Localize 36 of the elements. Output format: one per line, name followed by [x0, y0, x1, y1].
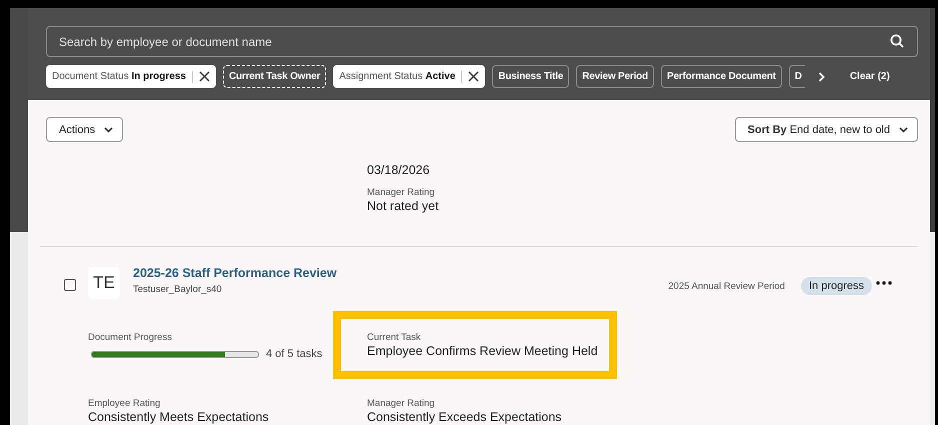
chevron-down-icon	[899, 126, 908, 132]
field-value: 03/18/2026	[367, 163, 431, 178]
search-field[interactable]: Search by employee or document name	[46, 26, 918, 57]
search-icon[interactable]	[890, 34, 904, 48]
checkbox[interactable]	[64, 279, 76, 291]
clear-button[interactable]: Clear (2)	[846, 67, 894, 86]
filter-chip[interactable]: Business Title	[492, 65, 570, 88]
field-value: Not rated yet	[367, 199, 440, 214]
scrollbar[interactable]	[930, 8, 935, 232]
field-value: Employee Confirms Review Meeting Held	[367, 344, 599, 359]
field-label: Current Task	[367, 332, 422, 344]
avatar: TE	[88, 267, 120, 299]
field-label: Manager Rating	[367, 187, 436, 199]
remove-icon[interactable]	[468, 71, 480, 82]
filter-chip[interactable]: D	[788, 65, 805, 88]
filter-chip[interactable]: Document Status In progress	[46, 65, 216, 88]
document-link[interactable]: 2025-26 Staff Performance Review	[133, 265, 337, 281]
filter-chip[interactable]: Current Task Owner	[222, 65, 326, 88]
field-value: Consistently Meets Expectations	[88, 410, 270, 425]
status-badge: In progress	[800, 277, 872, 295]
sort-dropdown[interactable]: Sort By End date, new to old	[734, 117, 918, 142]
actions-button[interactable]: Actions	[46, 117, 124, 142]
field-label: Manager Rating	[367, 398, 436, 410]
remove-icon[interactable]	[198, 71, 210, 82]
employee-name: Testuser_Baylor_s40	[133, 284, 223, 296]
chevron-down-icon	[104, 126, 114, 132]
filter-chip[interactable]: Review Period	[576, 65, 654, 88]
review-period: 2025 Annual Review Period	[668, 280, 785, 292]
field-label: Employee Rating	[88, 398, 162, 410]
field-value: Consistently Exceeds Expectations	[367, 410, 563, 425]
chevron-right-icon[interactable]	[818, 72, 825, 82]
progress-reading: 4 of 5 tasks	[266, 348, 322, 360]
more-icon[interactable]	[876, 281, 892, 285]
filter-chip[interactable]: Assignment Status Active	[333, 65, 486, 88]
filter-chip[interactable]: Performance Document	[660, 65, 782, 88]
field-label: Document Progress	[88, 332, 173, 344]
